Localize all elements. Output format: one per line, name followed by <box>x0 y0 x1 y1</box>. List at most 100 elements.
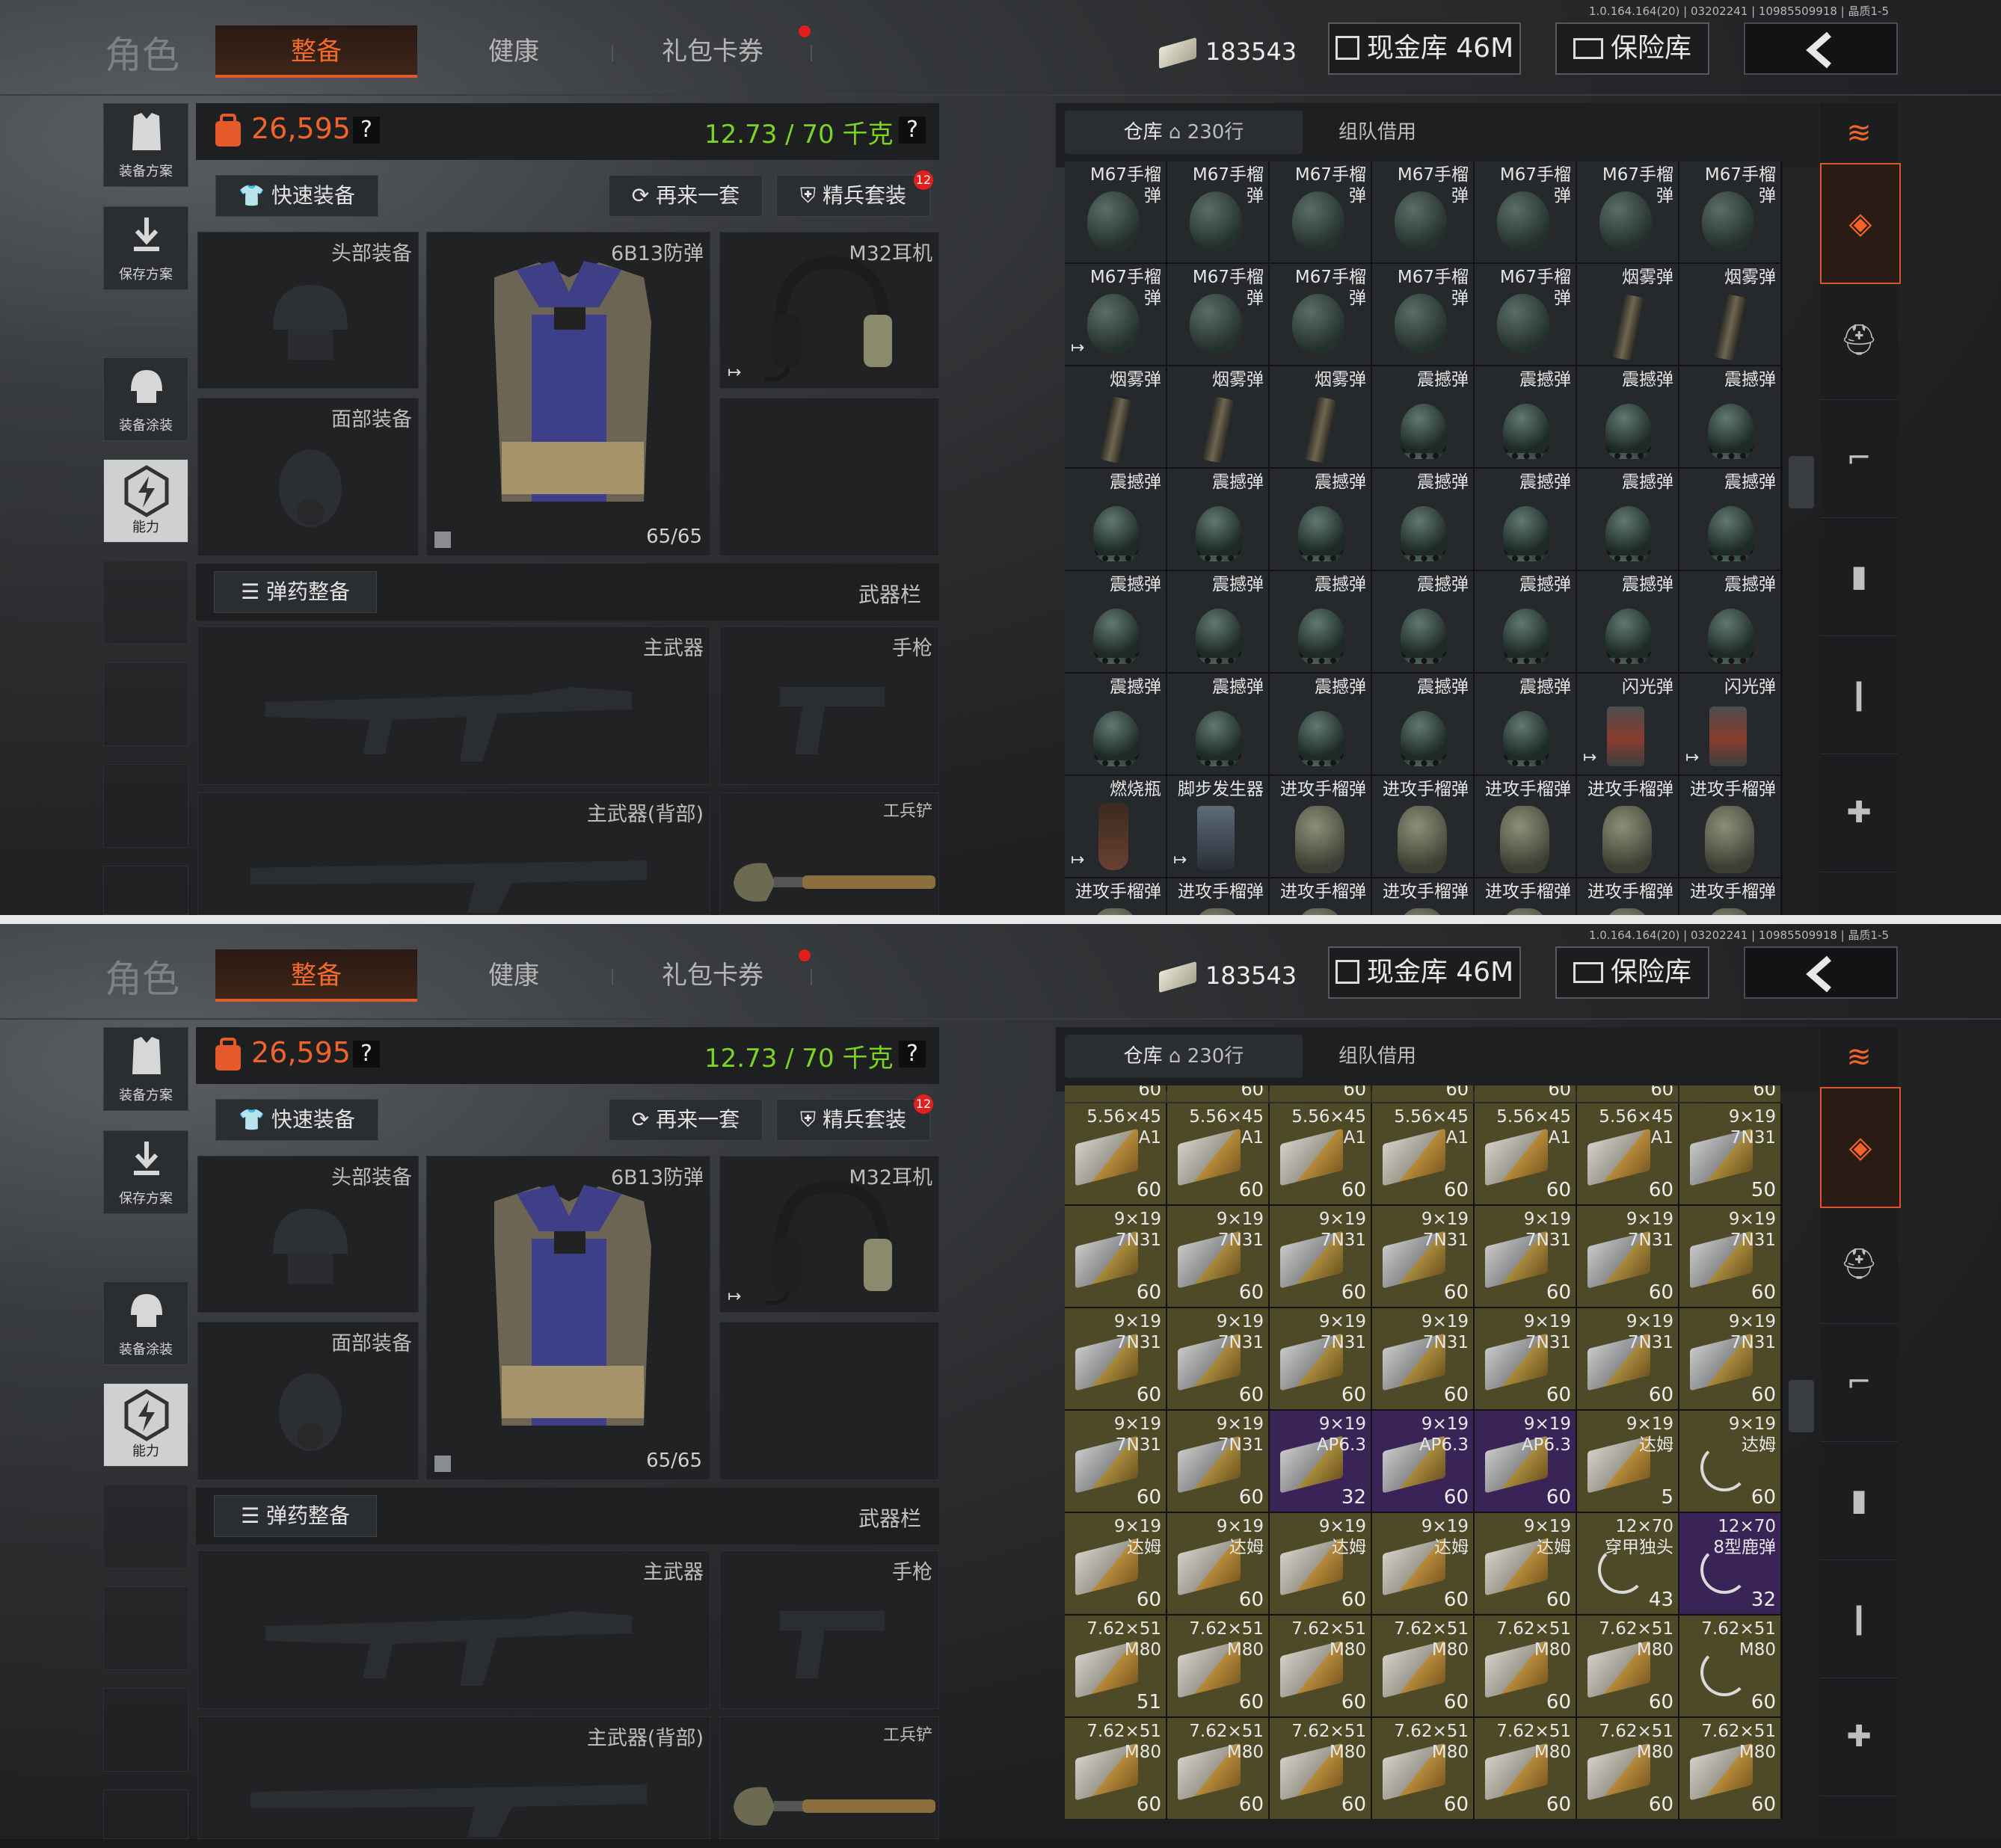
storage-item[interactable]: 进攻手榴弹 <box>1475 776 1576 877</box>
value-help-icon[interactable]: ? <box>353 117 380 144</box>
storage-item[interactable]: 9×19 AP6.3 60 <box>1372 1411 1473 1512</box>
storage-item[interactable]: 7.62×51 M80 51 <box>1065 1616 1166 1716</box>
storage-item[interactable]: 7.62×51 M80 60 <box>1679 1718 1780 1819</box>
storage-item[interactable]: 震撼弹 <box>1167 571 1268 672</box>
category-magazine-icon[interactable]: ▮ <box>1820 1441 1898 1560</box>
storage-item[interactable]: 9×19 7N31 60 <box>1475 1206 1576 1307</box>
cash-vault-button[interactable]: 现金库 46M <box>1328 946 1521 999</box>
tab-team-borrow[interactable]: 组队借用 <box>1303 1035 1452 1078</box>
shovel-slot[interactable]: 工兵铲 <box>719 1716 939 1839</box>
sort-layers-icon[interactable]: ≋ <box>1820 103 1898 164</box>
storage-item[interactable]: 烟雾弹 <box>1679 264 1780 365</box>
category-ammo-icon[interactable]: ❙ <box>1820 1559 1898 1678</box>
primary-weapon-slot[interactable]: 主武器 <box>197 1550 710 1709</box>
tab-health[interactable]: 健康 <box>413 949 615 1002</box>
storage-item[interactable]: 7.62×51 M80 60 <box>1270 1616 1371 1716</box>
sidebar-loadout-plan[interactable]: 装备方案 <box>103 103 188 187</box>
storage-item[interactable]: 7.62×51 M80 60 <box>1475 1616 1576 1716</box>
primary-back-slot[interactable]: 主武器(背部) <box>197 792 710 915</box>
storage-item[interactable]: 烟雾弹 <box>1270 366 1371 467</box>
storage-item[interactable]: 5.56×45 A1 60 <box>1475 1103 1576 1204</box>
category-armor-icon[interactable]: ⛑ <box>1820 1205 1898 1324</box>
storage-item[interactable]: 9×19 7N31 60 <box>1577 1206 1678 1307</box>
storage-item[interactable]: M67手榴 弹 <box>1372 161 1473 262</box>
partial-item-count[interactable]: 60 <box>1679 1085 1780 1102</box>
elite-kit-button[interactable]: ⛨ 精兵套装 <box>776 175 930 217</box>
storage-item[interactable]: 9×19 7N31 60 <box>1372 1206 1473 1307</box>
partial-item-count[interactable]: 60 <box>1065 1085 1166 1102</box>
storage-item[interactable]: 震撼弹 <box>1679 366 1780 467</box>
storage-item[interactable]: 9×19 7N31 50 <box>1679 1103 1780 1204</box>
quick-equip-button[interactable]: 👕 快速装备 <box>215 175 378 217</box>
tab-warehouse[interactable]: 仓库 ⌂ 230行 <box>1065 1035 1303 1078</box>
storage-item[interactable]: 9×19 7N31 60 <box>1270 1308 1371 1409</box>
storage-item[interactable]: 9×19 AP6.3 60 <box>1475 1411 1576 1512</box>
storage-item[interactable]: 烟雾弹 <box>1577 264 1678 365</box>
unequip-arrow-icon[interactable]: ↦ <box>728 363 741 382</box>
storage-item[interactable]: 9×19 7N31 60 <box>1475 1308 1576 1409</box>
storage-item[interactable]: 震撼弹 <box>1167 674 1268 774</box>
storage-item[interactable]: 9×19 7N31 60 <box>1372 1308 1473 1409</box>
tab-warehouse[interactable]: 仓库 ⌂ 230行 <box>1065 111 1303 154</box>
storage-item[interactable]: 9×19 7N31 60 <box>1167 1308 1268 1409</box>
storage-item[interactable]: M67手榴 弹 ↦ <box>1065 264 1166 365</box>
storage-item[interactable]: M67手榴 弹 <box>1475 161 1576 262</box>
storage-item[interactable]: 震撼弹 <box>1270 469 1371 570</box>
ammo-setup-button[interactable]: ☰ 弹药整备 <box>214 571 377 613</box>
storage-item[interactable]: 9×19 7N31 60 <box>1270 1206 1371 1307</box>
storage-item[interactable]: 震撼弹 <box>1270 674 1371 774</box>
storage-item[interactable]: 9×19 AP6.3 32 <box>1270 1411 1371 1512</box>
sidebar-skins[interactable]: 装备涂装 <box>103 1281 188 1365</box>
storage-item[interactable]: 5.56×45 A1 60 <box>1372 1103 1473 1204</box>
safe-button[interactable]: 保险库 <box>1555 946 1709 999</box>
storage-item[interactable]: 震撼弹 <box>1475 571 1576 672</box>
storage-item[interactable]: 进攻手榴弹 <box>1372 776 1473 877</box>
storage-item[interactable]: M67手榴 弹 <box>1679 161 1780 262</box>
again-button[interactable]: ⟳ 再来一套 <box>609 1099 763 1141</box>
storage-item[interactable]: 烟雾弹 <box>1167 366 1268 467</box>
back-button[interactable] <box>1744 22 1898 75</box>
storage-item[interactable]: 进攻手榴弹 <box>1372 878 1473 915</box>
storage-item[interactable]: 进攻手榴弹 <box>1679 776 1780 877</box>
category-armor-icon[interactable]: ⛑ <box>1820 281 1898 400</box>
primary-weapon-slot[interactable]: 主武器 <box>197 626 710 785</box>
storage-item[interactable]: 7.62×51 M80 60 <box>1167 1616 1268 1716</box>
storage-item[interactable]: M67手榴 弹 <box>1167 264 1268 365</box>
storage-item[interactable]: 震撼弹 <box>1679 571 1780 672</box>
storage-item[interactable]: 震撼弹 <box>1577 571 1678 672</box>
storage-item[interactable]: M67手榴 弹 <box>1167 161 1268 262</box>
storage-item[interactable]: 9×19 7N31 60 <box>1679 1206 1780 1307</box>
head-slot[interactable]: 头部装备 <box>197 232 419 389</box>
storage-item[interactable]: 5.56×45 A1 60 <box>1577 1103 1678 1204</box>
storage-item[interactable]: 震撼弹 <box>1475 366 1576 467</box>
storage-item[interactable]: 9×19 达姆 5 <box>1577 1411 1678 1512</box>
sidebar-loadout-plan[interactable]: 装备方案 <box>103 1027 188 1111</box>
storage-item[interactable]: 震撼弹 <box>1475 469 1576 570</box>
storage-item[interactable]: 进攻手榴弹 <box>1065 878 1166 915</box>
tab-equip[interactable]: 整备 <box>215 949 417 1002</box>
partial-item-count[interactable]: 60 <box>1577 1085 1678 1102</box>
storage-item[interactable]: 7.62×51 M80 60 <box>1372 1616 1473 1716</box>
storage-item[interactable]: 震撼弹 <box>1065 571 1166 672</box>
storage-item[interactable]: 12×70 8型鹿弹 32 <box>1679 1513 1780 1614</box>
safe-button[interactable]: 保险库 <box>1555 22 1709 75</box>
storage-item[interactable]: 进攻手榴弹 <box>1167 878 1268 915</box>
sidebar-save-plan[interactable]: 保存方案 <box>103 1130 188 1214</box>
weight-help-icon[interactable]: ? <box>899 117 926 144</box>
storage-item[interactable]: 7.62×51 M80 60 <box>1372 1718 1473 1819</box>
storage-item[interactable]: M67手榴 弹 <box>1065 161 1166 262</box>
armor-slot[interactable]: 6B13防弹 65/65 <box>426 232 710 556</box>
sidebar-ability[interactable]: 能力 <box>103 1383 188 1467</box>
storage-scrollbar[interactable] <box>1789 456 1814 508</box>
storage-item[interactable]: 震撼弹 <box>1679 469 1780 570</box>
storage-item[interactable]: 9×19 7N31 60 <box>1679 1308 1780 1409</box>
storage-item[interactable]: 震撼弹 <box>1475 674 1576 774</box>
partial-item-count[interactable]: 60 <box>1372 1085 1473 1102</box>
storage-item[interactable]: 9×19 7N31 60 <box>1167 1411 1268 1512</box>
storage-item[interactable]: 9×19 达姆 60 <box>1270 1513 1371 1614</box>
storage-item[interactable]: M67手榴 弹 <box>1270 161 1371 262</box>
storage-item[interactable]: 烟雾弹 <box>1065 366 1166 467</box>
storage-item[interactable]: 5.56×45 A1 60 <box>1167 1103 1268 1204</box>
weight-help-icon[interactable]: ? <box>899 1041 926 1068</box>
storage-item[interactable]: 进攻手榴弹 <box>1577 878 1678 915</box>
